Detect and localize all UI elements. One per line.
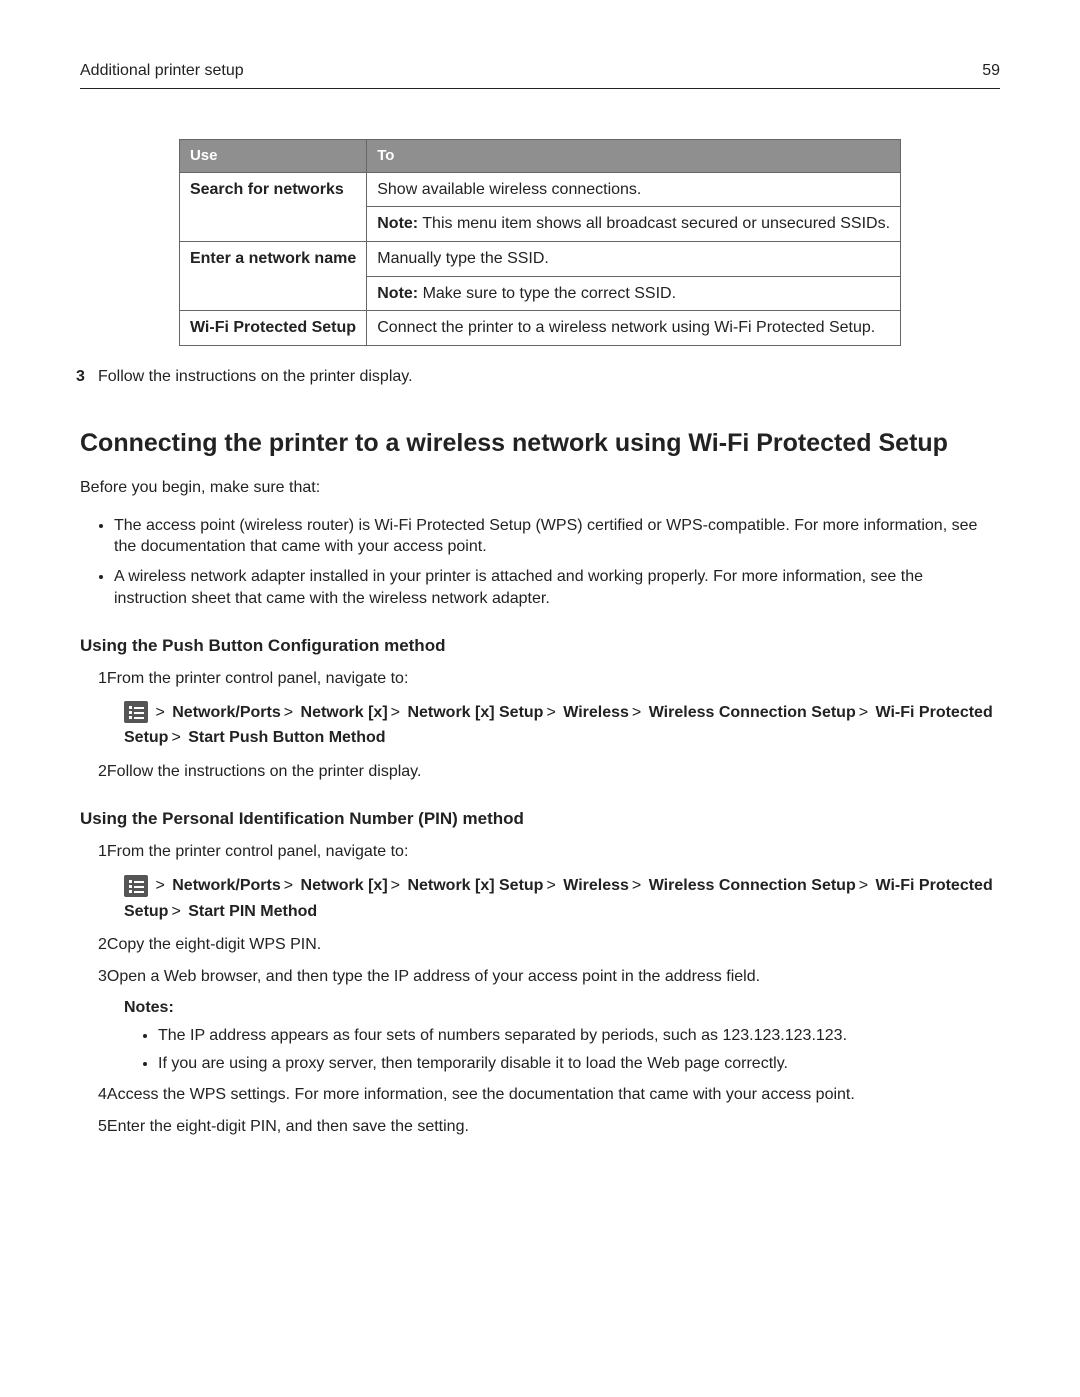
path-segment: Network [x] [301,877,388,894]
chevron: > [171,729,180,746]
path-segment: Network/Ports [172,704,280,721]
path-segment: Wireless [563,877,629,894]
chevron: > [546,877,555,894]
table-header-to: To [367,139,901,172]
path-segment: Network [x] Setup [407,704,543,721]
intro-list: The access point (wireless router) is Wi… [80,515,1000,609]
cell-to: Connect the printer to a wireless networ… [367,311,901,346]
section-heading: Connecting the printer to a wireless net… [80,427,1000,461]
nav-path: > Network/Ports> Network [x]> Network [x… [124,700,1000,751]
chevron: > [155,704,164,721]
options-table: Use To Search for networks Show availabl… [179,139,901,346]
chevron: > [284,704,293,721]
path-segment: Start Push Button Method [188,729,385,746]
cell-text: Show available wireless connections. [377,179,890,201]
step-text: From the printer control panel, navigate… [107,670,409,687]
notes-list: The IP address appears as four sets of n… [98,1025,1000,1074]
note-text: This menu item shows all broadcast secur… [418,215,890,232]
chevron: > [859,704,868,721]
notes-label: Notes: [124,997,1000,1019]
chevron: > [391,704,400,721]
step-number: 3 [76,366,98,388]
menu-list-icon [124,875,148,897]
chevron: > [171,903,180,920]
push-steps: 1From the printer control panel, navigat… [80,668,1000,782]
step-number: 1 [98,670,107,687]
cell-use: Wi-Fi Protected Setup [179,311,366,346]
table-row: Wi-Fi Protected Setup Connect the printe… [179,311,900,346]
step-item: 5Enter the eight‑digit PIN, and then sav… [98,1116,1000,1138]
chevron: > [284,877,293,894]
cell-text: Manually type the SSID. [377,248,890,270]
table-header-use: Use [179,139,366,172]
step-text: Follow the instructions on the printer d… [107,763,422,780]
list-item: If you are using a proxy server, then te… [158,1053,1000,1075]
step-text: Follow the instructions on the printer d… [98,368,413,385]
pin-steps: 1From the printer control panel, navigat… [80,841,1000,1137]
intro-text: Before you begin, make sure that: [80,477,1000,499]
step-number: 5 [98,1118,107,1135]
page-number: 59 [982,60,1000,82]
path-segment: Wireless Connection Setup [649,704,856,721]
subsection-heading: Using the Personal Identification Number… [80,808,1000,831]
path-segment: Network [x] Setup [407,877,543,894]
path-segment: Wireless [563,704,629,721]
step-item: 2Follow the instructions on the printer … [98,761,1000,783]
step-text: Enter the eight‑digit PIN, and then save… [107,1118,469,1135]
path-segment: Wireless Connection Setup [649,877,856,894]
step-number: 4 [98,1086,107,1103]
step-number: 1 [98,843,107,860]
cell-to: Show available wireless connections. Not… [367,172,901,241]
chevron: > [632,877,641,894]
step-item: 3Follow the instructions on the printer … [80,366,1000,388]
list-item: The access point (wireless router) is Wi… [114,515,1000,558]
path-segment: Start PIN Method [188,903,317,920]
step-number: 2 [98,936,107,953]
note-label: Note: [377,285,418,302]
cell-note: Note: Make sure to type the correct SSID… [367,276,900,305]
page-header: Additional printer setup 59 [80,60,1000,89]
note-text: Make sure to type the correct SSID. [418,285,676,302]
table-row: Search for networks Show available wirel… [179,172,900,241]
step-number: 3 [98,968,107,985]
subsection-heading: Using the Push Button Configuration meth… [80,635,1000,658]
list-item: The IP address appears as four sets of n… [158,1025,1000,1047]
menu-list-icon [124,701,148,723]
step-text: From the printer control panel, navigate… [107,843,409,860]
chevron: > [859,877,868,894]
note-label: Note: [377,215,418,232]
step-item: 2Copy the eight‑digit WPS PIN. [98,934,1000,956]
chevron: > [391,877,400,894]
step-number: 2 [98,763,107,780]
nav-path: > Network/Ports> Network [x]> Network [x… [124,873,1000,924]
chevron: > [632,704,641,721]
header-title: Additional printer setup [80,60,244,82]
list-item: A wireless network adapter installed in … [114,566,1000,609]
cell-to: Manually type the SSID. Note: Make sure … [367,242,901,311]
chevron: > [546,704,555,721]
step-item: 3Open a Web browser, and then type the I… [98,966,1000,1074]
table-row: Enter a network name Manually type the S… [179,242,900,311]
step-text: Open a Web browser, and then type the IP… [107,968,760,985]
step-text: Access the WPS settings. For more inform… [107,1086,855,1103]
step-item: 4Access the WPS settings. For more infor… [98,1084,1000,1106]
chevron: > [155,877,164,894]
cell-note: Note: This menu item shows all broadcast… [367,206,900,235]
step-text: Copy the eight‑digit WPS PIN. [107,936,321,953]
step-item: 1From the printer control panel, navigat… [98,841,1000,924]
step-item: 1From the printer control panel, navigat… [98,668,1000,751]
cell-use: Search for networks [179,172,366,241]
path-segment: Network [x] [301,704,388,721]
cell-use: Enter a network name [179,242,366,311]
path-segment: Network/Ports [172,877,280,894]
